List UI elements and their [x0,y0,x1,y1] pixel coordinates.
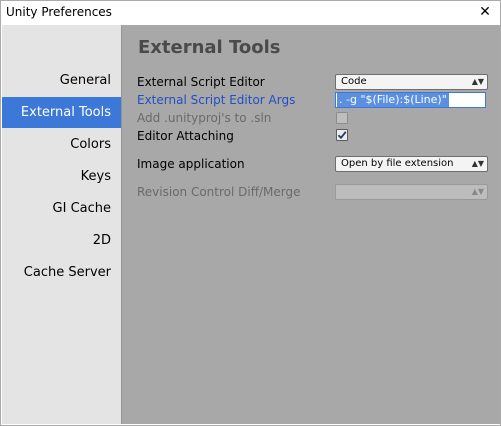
title-bar[interactable]: Unity Preferences ✕ [1,1,500,24]
script-editor-label: External Script Editor [137,75,265,89]
updown-arrows-icon: ▲▼ [471,159,484,168]
add-unityproj-label: Add .unityproj's to .sln [137,111,272,125]
image-application-value: Open by file extension [341,158,454,169]
sidebar-item-gi-cache[interactable]: GI Cache [2,193,121,224]
image-application-label: Image application [137,157,245,171]
page-title: External Tools [138,37,281,58]
script-editor-args-value: . -g "$(File):$(Line)" [337,93,449,107]
sidebar-item-cache-server[interactable]: Cache Server [2,257,121,288]
checkmark-icon [337,131,347,140]
sidebar-item-general[interactable]: General [2,65,121,96]
sidebar-item-keys[interactable]: Keys [2,161,121,192]
revision-control-label: Revision Control Diff/Merge [137,185,301,199]
script-editor-dropdown[interactable]: Code ▲▼ [335,74,488,90]
editor-attaching-label: Editor Attaching [137,129,234,143]
image-application-dropdown[interactable]: Open by file extension ▲▼ [335,156,488,172]
editor-attaching-checkbox[interactable] [336,129,348,141]
sidebar-item-colors[interactable]: Colors [2,129,121,160]
updown-arrows-icon: ▲▼ [471,187,484,196]
client-area: General External Tools Colors Keys GI Ca… [2,25,500,424]
script-editor-value: Code [341,76,367,87]
settings-panel: External Tools External Script Editor Co… [122,25,500,424]
window-title: Unity Preferences [6,5,112,19]
add-unityproj-checkbox[interactable] [336,112,348,124]
sidebar-item-external-tools[interactable]: External Tools [2,97,121,128]
revision-control-dropdown[interactable]: ▲▼ [335,184,488,200]
sidebar: General External Tools Colors Keys GI Ca… [2,25,122,424]
updown-arrows-icon: ▲▼ [471,77,484,86]
close-icon[interactable]: ✕ [476,3,494,21]
script-editor-args-label: External Script Editor Args [137,93,296,107]
preferences-window: Unity Preferences ✕ General External Too… [0,0,501,426]
sidebar-item-2d[interactable]: 2D [2,225,121,256]
script-editor-args-input[interactable]: . -g "$(File):$(Line)" [335,92,486,108]
